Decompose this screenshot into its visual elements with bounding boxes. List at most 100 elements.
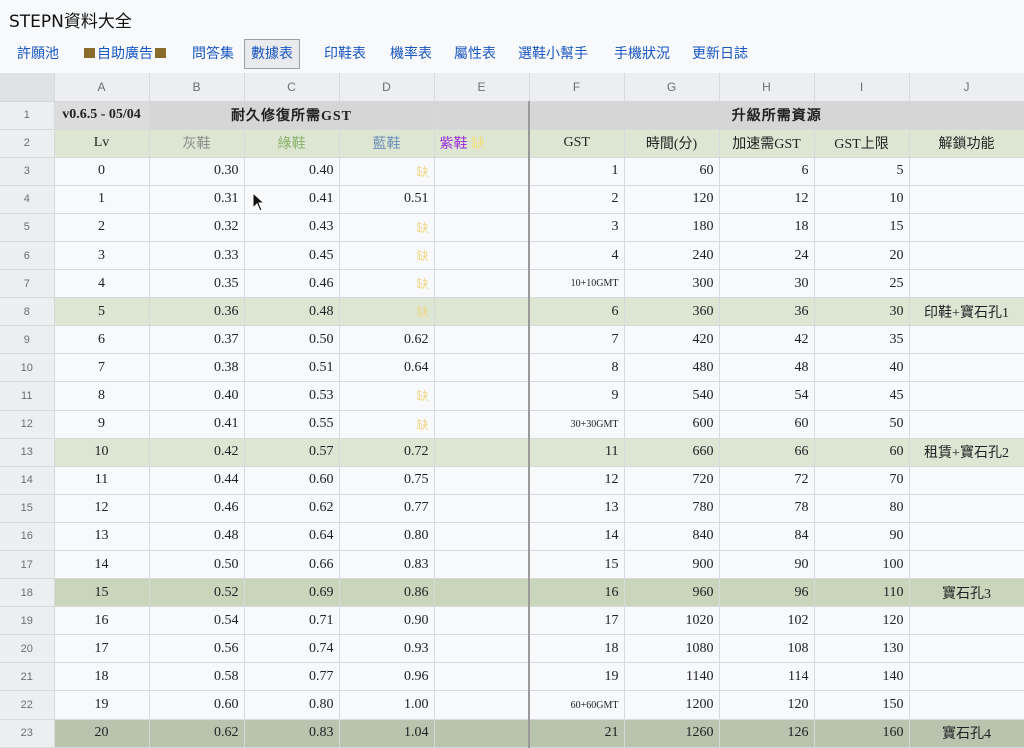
cell-speedup-gst[interactable]: 54	[719, 381, 815, 411]
column-header-f[interactable]: F	[529, 73, 625, 102]
cell-speedup-gst[interactable]: 42	[719, 325, 815, 355]
cell-gst[interactable]: 7	[529, 325, 625, 355]
header-green-shoe[interactable]: 綠鞋	[244, 129, 340, 158]
select-all-corner[interactable]	[0, 73, 55, 102]
cell-blue-repair[interactable]: 0.93	[339, 634, 435, 664]
cell-speedup-gst[interactable]: 72	[719, 466, 815, 495]
cell-unlock[interactable]: 印鞋+寶石孔1	[909, 297, 1024, 327]
cell-grey-repair[interactable]: 0.30	[149, 157, 245, 186]
cell-purple-repair[interactable]	[434, 662, 530, 692]
cell-green-repair[interactable]: 0.53	[244, 381, 340, 411]
cell-lv[interactable]: 11	[54, 466, 150, 495]
cell-grey-repair[interactable]: 0.48	[149, 522, 245, 552]
cell-grey-repair[interactable]: 0.35	[149, 269, 245, 299]
cell-lv[interactable]: 15	[54, 578, 150, 608]
cell-gst[interactable]: 3	[529, 213, 625, 242]
cell-gst[interactable]: 15	[529, 550, 625, 580]
cell-gst-cap[interactable]: 110	[814, 578, 910, 608]
cell-gst[interactable]: 1	[529, 157, 625, 186]
cell-time[interactable]: 540	[624, 381, 720, 411]
column-header-d[interactable]: D	[339, 73, 435, 102]
cell-time[interactable]: 300	[624, 269, 720, 299]
row-header[interactable]: 11	[0, 381, 55, 411]
tab-2[interactable]: 自助廣告	[80, 40, 170, 68]
cell-blue-repair[interactable]: 0.62	[339, 325, 435, 355]
cell-lv[interactable]: 6	[54, 325, 150, 355]
cell-green-repair[interactable]: 0.77	[244, 662, 340, 692]
cell-lv[interactable]: 14	[54, 550, 150, 580]
row-header[interactable]: 14	[0, 466, 55, 495]
header-unlock[interactable]: 解鎖功能	[909, 129, 1024, 158]
cell-gst[interactable]: 18	[529, 634, 625, 664]
cell-lv[interactable]: 8	[54, 381, 150, 411]
cell-lv[interactable]: 19	[54, 690, 150, 720]
cell-purple-repair[interactable]	[434, 241, 530, 271]
tab-3[interactable]: 問答集	[190, 40, 236, 68]
cell-gst[interactable]: 13	[529, 494, 625, 523]
cell-grey-repair[interactable]: 0.62	[149, 719, 245, 748]
cell-unlock[interactable]	[909, 522, 1024, 552]
version-label[interactable]: v0.6.5 - 05/04	[54, 101, 150, 130]
cell-grey-repair[interactable]: 0.40	[149, 381, 245, 411]
column-header-j[interactable]: J	[909, 73, 1024, 102]
cell-lv[interactable]: 12	[54, 494, 150, 523]
cell-blue-repair[interactable]: 0.80	[339, 522, 435, 552]
cell-gst-cap[interactable]: 90	[814, 522, 910, 552]
cell-time[interactable]: 60	[624, 157, 720, 186]
cell-blue-repair[interactable]: 缺	[339, 381, 435, 411]
cell-gst-cap[interactable]: 120	[814, 606, 910, 636]
cell-unlock[interactable]: 寶石孔4	[909, 719, 1024, 748]
row-header[interactable]: 6	[0, 241, 55, 271]
column-header-c[interactable]: C	[244, 73, 340, 102]
cell-purple-repair[interactable]	[434, 325, 530, 355]
cell-blue-repair[interactable]: 缺	[339, 297, 435, 327]
cell-green-repair[interactable]: 0.43	[244, 213, 340, 242]
cell-lv[interactable]: 18	[54, 662, 150, 692]
cell-purple-repair[interactable]	[434, 466, 530, 495]
header-gst-cap[interactable]: GST上限	[814, 129, 910, 158]
cell-speedup-gst[interactable]: 18	[719, 213, 815, 242]
row-header[interactable]: 19	[0, 606, 55, 636]
cell-gst[interactable]: 30+30GMT	[529, 410, 625, 439]
cell-purple-repair[interactable]	[434, 381, 530, 411]
cell-gst[interactable]: 11	[529, 438, 625, 467]
cell-gst-cap[interactable]: 5	[814, 157, 910, 186]
cell-purple-repair[interactable]	[434, 438, 530, 467]
cell-gst[interactable]: 14	[529, 522, 625, 552]
column-header-h[interactable]: H	[719, 73, 815, 102]
tab-5[interactable]: 印鞋表	[322, 40, 368, 68]
cell-time[interactable]: 720	[624, 466, 720, 495]
row-header[interactable]: 9	[0, 325, 55, 355]
cell-purple-repair[interactable]	[434, 634, 530, 664]
row-header[interactable]: 23	[0, 719, 55, 748]
tab-9[interactable]: 手機狀況	[612, 40, 672, 68]
cell-lv[interactable]: 16	[54, 606, 150, 636]
cell-blue-repair[interactable]: 0.75	[339, 466, 435, 495]
cell-grey-repair[interactable]: 0.50	[149, 550, 245, 580]
cell-purple-repair[interactable]	[434, 185, 530, 214]
cell-gst-cap[interactable]: 30	[814, 297, 910, 327]
cell-gst-cap[interactable]: 35	[814, 325, 910, 355]
tab-10[interactable]: 更新日誌	[690, 40, 750, 68]
cell-time[interactable]: 780	[624, 494, 720, 523]
tab-7[interactable]: 屬性表	[452, 40, 498, 68]
header-time[interactable]: 時間(分)	[624, 129, 720, 158]
cell-blue-repair[interactable]: 缺	[339, 157, 435, 186]
cell-green-repair[interactable]: 0.57	[244, 438, 340, 467]
tab-6[interactable]: 機率表	[388, 40, 434, 68]
row-header[interactable]: 21	[0, 662, 55, 692]
cell-gst[interactable]: 2	[529, 185, 625, 214]
cell-purple-repair[interactable]	[434, 690, 530, 720]
cell-blue-repair[interactable]: 0.90	[339, 606, 435, 636]
cell-purple-repair[interactable]	[434, 269, 530, 299]
cell-gst[interactable]: 17	[529, 606, 625, 636]
cell-speedup-gst[interactable]: 108	[719, 634, 815, 664]
cell-speedup-gst[interactable]: 66	[719, 438, 815, 467]
row-header[interactable]: 15	[0, 494, 55, 523]
cell-time[interactable]: 480	[624, 353, 720, 383]
cell-unlock[interactable]: 租賃+寶石孔2	[909, 438, 1024, 467]
cell-green-repair[interactable]: 0.74	[244, 634, 340, 664]
cell-gst[interactable]: 9	[529, 381, 625, 411]
cell-speedup-gst[interactable]: 126	[719, 719, 815, 748]
cell-lv[interactable]: 9	[54, 410, 150, 439]
